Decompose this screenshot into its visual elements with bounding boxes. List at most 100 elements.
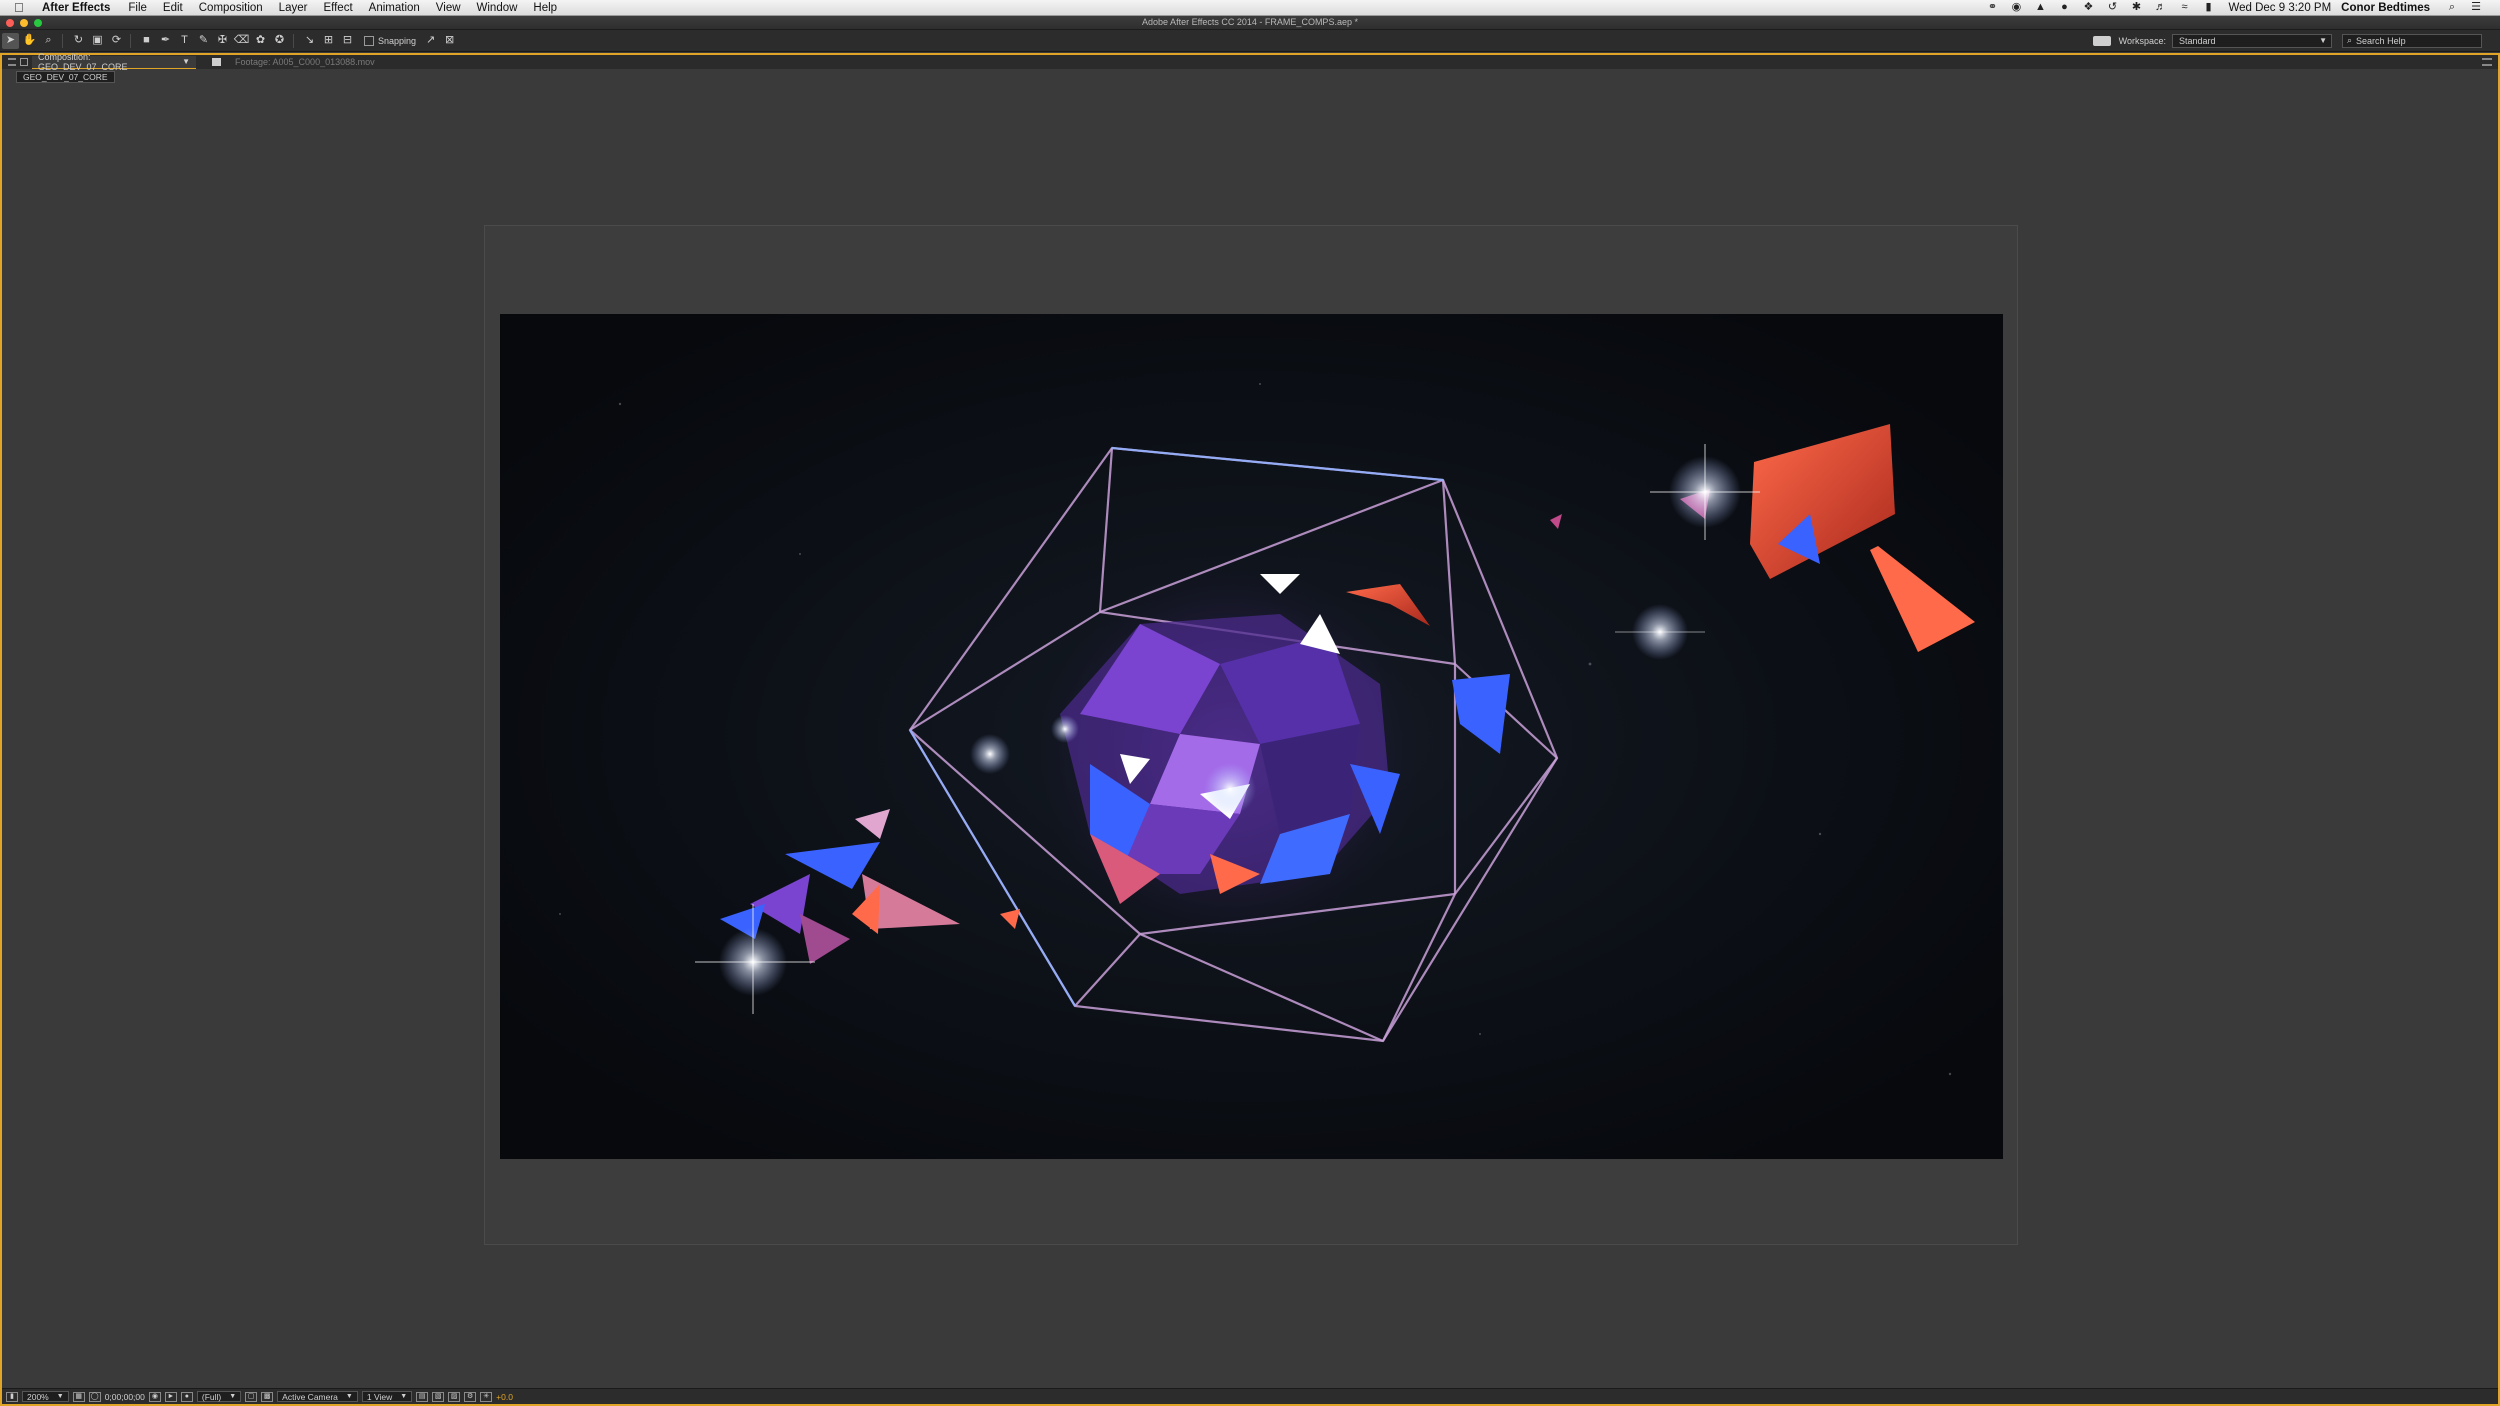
fast-preview-icon[interactable]: ▧ [432, 1391, 445, 1402]
camera-view-select[interactable]: Active Camera ▼ [277, 1391, 358, 1402]
pan-behind-tool-icon[interactable]: ⟳ [108, 33, 125, 49]
footage-icon [212, 58, 221, 66]
menubar-user[interactable]: Conor Bedtimes [2341, 2, 2430, 14]
spotlight-icon[interactable]: ⌕ [2445, 2, 2459, 13]
snapshot-camera-icon[interactable]: ◉ [148, 1391, 161, 1402]
region-of-interest-icon[interactable]: ▢ [245, 1391, 258, 1402]
notification-center-icon[interactable]: ☰ [2469, 2, 2483, 13]
panel-menu-icon[interactable] [2482, 58, 2492, 66]
location-icon[interactable]: ● [2057, 2, 2071, 13]
workspace-value: Standard [2179, 35, 2216, 46]
crystal-render [500, 314, 2003, 1159]
magnification-select[interactable]: 200% ▼ [22, 1391, 69, 1402]
menu-layer[interactable]: Layer [279, 2, 308, 14]
workspace-area: Workspace: Standard ▼ ⌕ Search Help [2092, 33, 2500, 48]
current-time[interactable]: 0;00;00;00 [105, 1392, 145, 1402]
flowchart-icon[interactable]: ⚙ [464, 1391, 477, 1402]
tab-composition[interactable]: Composition: GEO_DEV_07_CORE ▼ [32, 52, 196, 72]
workspace-icon[interactable] [2092, 35, 2111, 46]
menu-file[interactable]: File [128, 2, 147, 14]
axis-world-icon[interactable]: ⊞ [320, 33, 337, 49]
menu-window[interactable]: Window [477, 2, 518, 14]
menu-app-name[interactable]: After Effects [42, 2, 110, 14]
macos-menubar:  After Effects File Edit Composition La… [0, 0, 2500, 16]
volume-icon[interactable]: ♬ [2153, 2, 2167, 13]
dropbox-icon[interactable]: ❖ [2081, 2, 2095, 13]
snapping-checkbox[interactable] [364, 35, 374, 46]
wifi-icon[interactable]: ≈ [2177, 2, 2191, 13]
pen-tool-icon[interactable]: ✒ [157, 33, 174, 49]
show-snapshot-icon[interactable]: ► [164, 1391, 177, 1402]
workspace-label: Workspace: [2118, 35, 2166, 46]
search-icon: ⌕ [2347, 35, 2353, 45]
menu-edit[interactable]: Edit [163, 2, 183, 14]
tool-separator [293, 33, 294, 48]
selection-tool-icon[interactable]: ➤ [2, 32, 19, 49]
magnification-value: 200% [27, 1391, 49, 1402]
tab-footage[interactable]: Footage: A005_C000_013088.mov [229, 56, 381, 69]
composition-viewer[interactable] [500, 314, 2003, 1159]
menubar-clock[interactable]: Wed Dec 9 3:20 PM [2228, 2, 2331, 14]
menu-animation[interactable]: Animation [369, 2, 420, 14]
chevron-down-icon: ▼ [56, 1393, 64, 1400]
chevron-down-icon: ▼ [2319, 35, 2327, 45]
snapping-label: Snapping [378, 35, 417, 46]
type-tool-icon[interactable]: T [176, 33, 193, 49]
tools-panel: ➤ ✋ ⌕ ↻ ▣ ⟳ ■ ✒ T ✎ ✠ ⌫ ✿ ✪ ↘ ⊞ ⊟ Snappi… [0, 30, 2500, 52]
lock-icon[interactable] [20, 58, 28, 66]
zoom-tool-icon[interactable]: ⌕ [40, 33, 57, 49]
battery-icon[interactable]: ▮ [2201, 2, 2215, 13]
workspace-select[interactable]: Standard ▼ [2172, 33, 2332, 48]
drive-icon[interactable]: ▲ [2033, 2, 2047, 13]
grid-guides-icon[interactable]: ▦ [72, 1391, 85, 1402]
pixel-aspect-icon[interactable]: ▤ [416, 1391, 429, 1402]
view-layout-value: 1 View [366, 1391, 393, 1402]
shape-tool-icon[interactable]: ■ [138, 33, 155, 49]
bluetooth-icon[interactable]: ✱ [2129, 2, 2143, 13]
menubar-status-area: ⚭ ◉ ▲ ● ❖ ↺ ✱ ♬ ≈ ▮ Wed Dec 9 3:20 PM Co… [1980, 0, 2500, 16]
hand-tool-icon[interactable]: ✋ [21, 33, 38, 49]
timeline-icon[interactable]: ▨ [448, 1391, 461, 1402]
eraser-tool-icon[interactable]: ⌫ [233, 33, 250, 49]
creative-cloud-icon[interactable]: ⚭ [1985, 2, 1999, 13]
panel-grip-icon[interactable] [8, 58, 16, 66]
channel-icon[interactable]: ● [180, 1391, 193, 1402]
chevron-down-icon: ▼ [345, 1393, 353, 1400]
comp-breadcrumb[interactable]: GEO_DEV_07_CORE [16, 71, 115, 83]
puppet-tool-icon[interactable]: ✪ [271, 33, 288, 49]
chevron-down-icon[interactable]: ▼ [182, 57, 190, 66]
axis-local-icon[interactable]: ↘ [301, 33, 318, 49]
apple-menu-icon[interactable]:  [14, 1, 28, 14]
exposure-value[interactable]: +0.0 [496, 1392, 513, 1402]
menu-view[interactable]: View [436, 2, 461, 14]
tool-separator [62, 33, 63, 48]
snap-features-icon[interactable]: ⊠ [441, 33, 458, 49]
clone-stamp-tool-icon[interactable]: ✠ [214, 33, 231, 49]
time-machine-icon[interactable]: ↺ [2105, 2, 2119, 13]
chevron-down-icon: ▼ [229, 1393, 237, 1400]
resolution-select[interactable]: (Full) ▼ [196, 1391, 242, 1402]
window-title: Adobe After Effects CC 2014 - FRAME_COMP… [1142, 17, 1358, 27]
search-help-field[interactable]: ⌕ Search Help [2342, 33, 2482, 48]
composition-panel: Composition: GEO_DEV_07_CORE ▼ Footage: … [0, 52, 2500, 1406]
tool-separator [130, 33, 131, 48]
menu-help[interactable]: Help [533, 2, 557, 14]
transparency-grid-icon[interactable]: ▩ [261, 1391, 274, 1402]
roto-brush-tool-icon[interactable]: ✿ [252, 33, 269, 49]
rotation-tool-icon[interactable]: ↻ [70, 33, 87, 49]
menu-effect[interactable]: Effect [323, 2, 352, 14]
camera-view-value: Active Camera [282, 1391, 338, 1402]
axis-view-icon[interactable]: ⊟ [339, 33, 356, 49]
brush-tool-icon[interactable]: ✎ [195, 33, 212, 49]
nvidia-icon[interactable]: ◉ [2009, 2, 2023, 13]
mask-visibility-icon[interactable]: ◯ [88, 1391, 101, 1402]
resolution-value: (Full) [201, 1391, 222, 1402]
search-help-placeholder: Search Help [2356, 35, 2406, 46]
always-preview-icon[interactable]: ▮ [6, 1391, 18, 1402]
snap-edges-icon[interactable]: ↗ [422, 33, 439, 49]
exposure-reset-icon[interactable]: ✳ [480, 1391, 493, 1402]
view-layout-select[interactable]: 1 View ▼ [361, 1391, 413, 1402]
app-titlebar: Adobe After Effects CC 2014 - FRAME_COMP… [0, 16, 2500, 30]
camera-tool-icon[interactable]: ▣ [89, 33, 106, 49]
menu-composition[interactable]: Composition [199, 2, 263, 14]
